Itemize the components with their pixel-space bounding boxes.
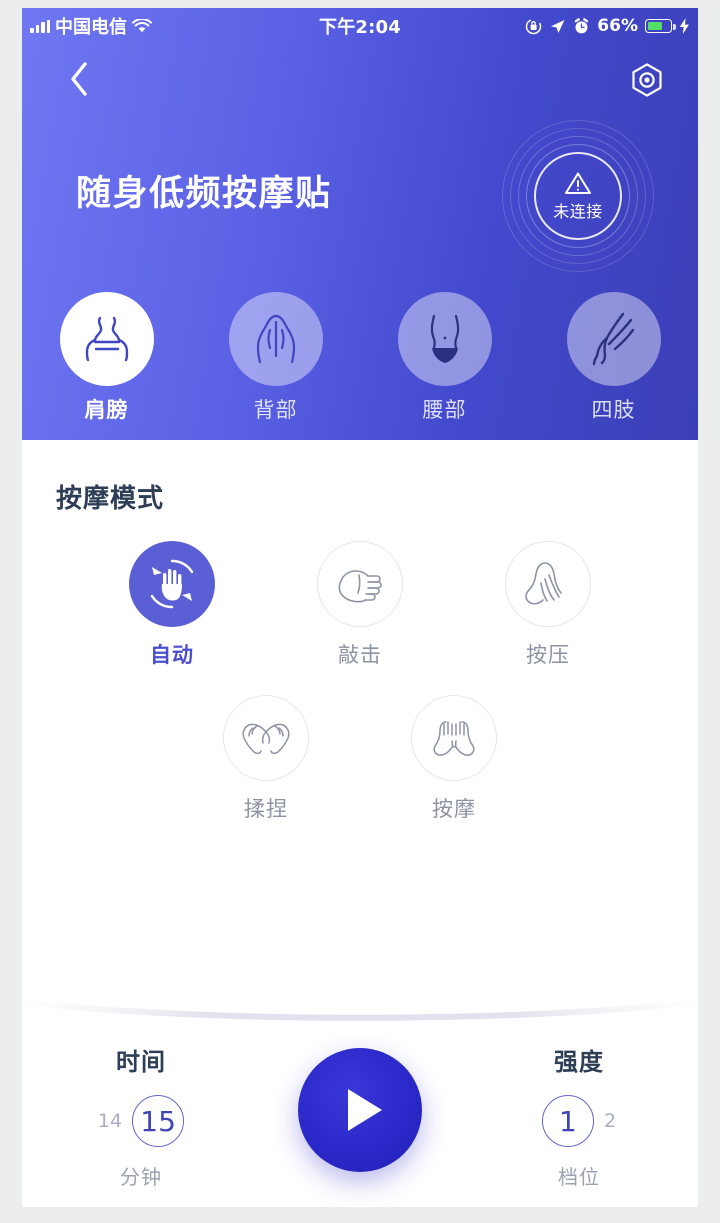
bottom-controls: 时间 14 15 分钟 强度 1 2 档位	[22, 1026, 698, 1207]
waist-icon	[397, 292, 492, 386]
intensity-stepper[interactable]: 1 2	[541, 1091, 616, 1151]
play-control	[260, 1026, 460, 1172]
mode-label: 揉捏	[244, 797, 288, 821]
body-part-label: 肩膀	[84, 398, 129, 422]
body-part-shoulders[interactable]: 肩膀	[22, 292, 191, 424]
back-icon	[228, 292, 323, 386]
connection-status-label: 未连接	[553, 201, 603, 221]
body-part-back[interactable]: 背部	[191, 292, 360, 424]
intensity-unit-label: 档位	[558, 1165, 600, 1189]
massage-mode-section: 按摩模式 自动 敲击 按压 揉捏 按摩	[22, 440, 698, 823]
play-triangle-icon	[347, 1089, 382, 1131]
mode-label: 敲击	[338, 643, 382, 667]
press-hand-icon	[505, 541, 591, 627]
mode-tap[interactable]: 敲击	[266, 541, 454, 669]
body-part-selector: 肩膀 背部 腰部 四肢	[22, 292, 698, 424]
hex-settings-icon	[632, 63, 662, 97]
fist-tap-icon	[317, 541, 403, 627]
time-unit-label: 分钟	[120, 1165, 162, 1189]
settings-button[interactable]	[624, 58, 670, 104]
battery-icon	[645, 19, 676, 33]
time-prev-value[interactable]: 14	[98, 1110, 122, 1132]
body-part-label: 四肢	[591, 398, 636, 422]
battery-percent-label: 66%	[597, 16, 638, 36]
mode-label: 自动	[150, 643, 194, 667]
section-title: 按摩模式	[56, 484, 165, 514]
app-screen: 中国电信 下午2:04 66% 随身低频按摩贴 未连接 肩膀 背部 腰部 四肢 …	[22, 8, 698, 1207]
time-current-value[interactable]: 15	[132, 1095, 185, 1147]
connection-status-badge[interactable]: 未连接	[502, 120, 654, 272]
page-title: 随身低频按摩贴	[76, 174, 332, 214]
time-control: 时间 14 15 分钟	[22, 1026, 260, 1190]
warning-triangle-icon	[564, 171, 592, 196]
massage-hands-icon	[411, 695, 497, 781]
mode-auto[interactable]: 自动	[78, 541, 266, 669]
intensity-current-value[interactable]: 1	[541, 1095, 594, 1147]
intensity-heading: 强度	[554, 1048, 604, 1076]
lightning-bolt-icon	[679, 18, 689, 34]
nav-bar	[22, 52, 698, 108]
mode-row-1: 自动 敲击 按压	[22, 541, 698, 669]
knead-hands-icon	[223, 695, 309, 781]
back-button[interactable]	[56, 56, 102, 102]
time-stepper[interactable]: 14 15	[98, 1091, 185, 1151]
time-heading: 时间	[116, 1048, 166, 1076]
rotation-lock-icon	[526, 18, 542, 34]
intensity-next-value[interactable]: 2	[604, 1110, 616, 1132]
mode-massage[interactable]: 按摩	[360, 695, 548, 823]
connection-core: 未连接	[534, 152, 622, 240]
limbs-icon	[566, 292, 661, 386]
chevron-left-icon	[71, 62, 87, 96]
curved-divider	[22, 990, 698, 1028]
play-button[interactable]	[298, 1048, 422, 1172]
body-part-waist[interactable]: 腰部	[360, 292, 529, 424]
auto-hand-rotate-icon	[129, 541, 215, 627]
body-part-label: 背部	[253, 398, 298, 422]
alarm-clock-icon	[575, 17, 589, 33]
header-panel: 中国电信 下午2:04 66% 随身低频按摩贴 未连接 肩膀 背部 腰部 四肢	[22, 8, 698, 440]
status-bar: 中国电信 下午2:04 66%	[22, 8, 698, 44]
mode-row-2: 揉捏 按摩	[22, 695, 698, 823]
status-bar-right: 66%	[525, 16, 690, 36]
mode-press[interactable]: 按压	[454, 541, 642, 669]
mode-label: 按摩	[432, 797, 476, 821]
intensity-control: 强度 1 2 档位	[460, 1026, 698, 1190]
location-arrow-icon	[551, 19, 565, 33]
mode-knead[interactable]: 揉捏	[172, 695, 360, 823]
body-part-limbs[interactable]: 四肢	[529, 292, 698, 424]
body-part-label: 腰部	[422, 398, 467, 422]
shoulders-icon	[59, 292, 154, 386]
mode-label: 按压	[526, 643, 570, 667]
